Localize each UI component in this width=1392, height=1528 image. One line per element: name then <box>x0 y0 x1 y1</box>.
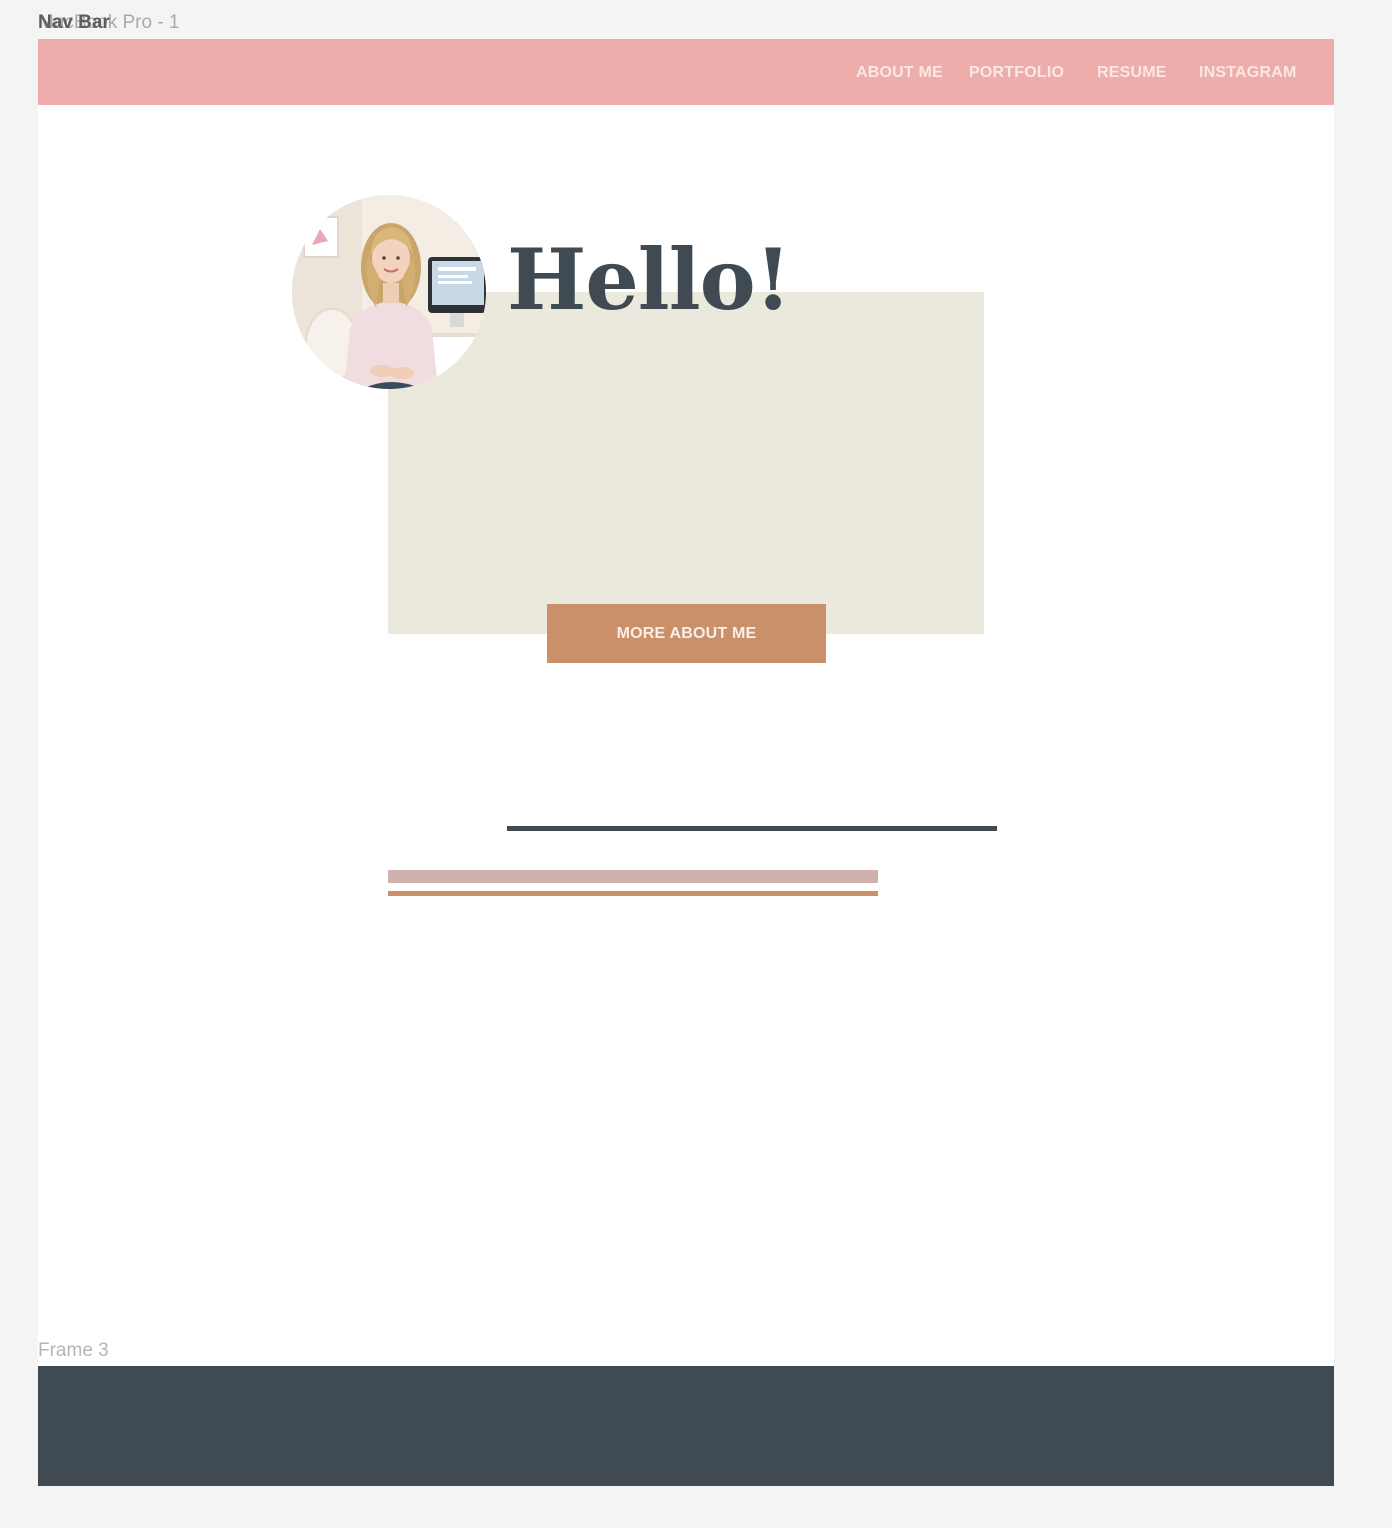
more-about-me-button[interactable]: MORE ABOUT ME <box>547 604 826 663</box>
nav-item-resume[interactable]: RESUME <box>1097 64 1167 82</box>
nav-item-instagram[interactable]: INSTAGRAM <box>1199 64 1297 82</box>
about-card <box>388 292 984 634</box>
frame-label-navbar[interactable]: Nav Bar <box>38 12 110 34</box>
macbook-frame: ABOUT ME PORTFOLIO RESUME INSTAGRAM Hell… <box>38 39 1334 1486</box>
divider-mauve <box>388 870 878 883</box>
nav-item-about-me[interactable]: ABOUT ME <box>856 64 943 82</box>
design-canvas: MacBook Pro - 1 Nav Bar ABOUT ME PORTFOL… <box>0 0 1392 1528</box>
profile-photo-icon <box>292 195 486 389</box>
divider-dark <box>507 826 997 831</box>
nav-item-portfolio[interactable]: PORTFOLIO <box>969 64 1064 82</box>
avatar-photo <box>292 195 486 389</box>
frame-label-frame-3[interactable]: Frame 3 <box>38 1340 109 1362</box>
divider-copper <box>388 891 878 896</box>
hero-greeting: Hello! <box>507 230 792 329</box>
footer-frame <box>38 1366 1334 1486</box>
nav-bar: ABOUT ME PORTFOLIO RESUME INSTAGRAM <box>38 39 1334 105</box>
